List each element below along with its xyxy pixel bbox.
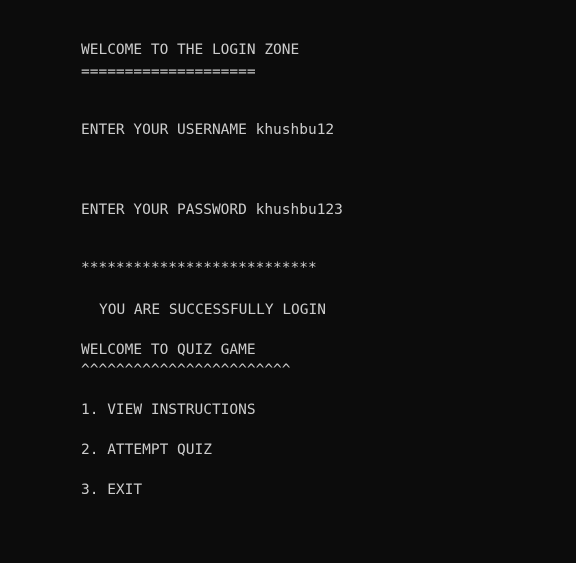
password-mask: *************************** xyxy=(81,260,317,276)
quiz-title-underline: ^^^^^^^^^^^^^^^^^^^^^^^^ xyxy=(81,362,291,378)
login-status-message: YOU ARE SUCCESSFULLY LOGIN xyxy=(99,302,326,318)
login-title-underline: ==================== xyxy=(81,64,256,80)
menu-item-exit: 3. EXIT xyxy=(81,482,143,498)
quiz-title: WELCOME TO QUIZ GAME xyxy=(81,342,256,358)
menu-item-view-instructions: 1. VIEW INSTRUCTIONS xyxy=(81,402,256,418)
menu-item-attempt-quiz: 2. ATTEMPT QUIZ xyxy=(81,442,212,458)
username-prompt: ENTER YOUR USERNAME khushbu12 xyxy=(81,122,335,138)
login-title: WELCOME TO THE LOGIN ZONE xyxy=(81,42,300,58)
password-prompt: ENTER YOUR PASSWORD khushbu123 xyxy=(81,202,343,218)
console-window: WELCOME TO THE LOGIN ZONE ==============… xyxy=(0,0,576,563)
